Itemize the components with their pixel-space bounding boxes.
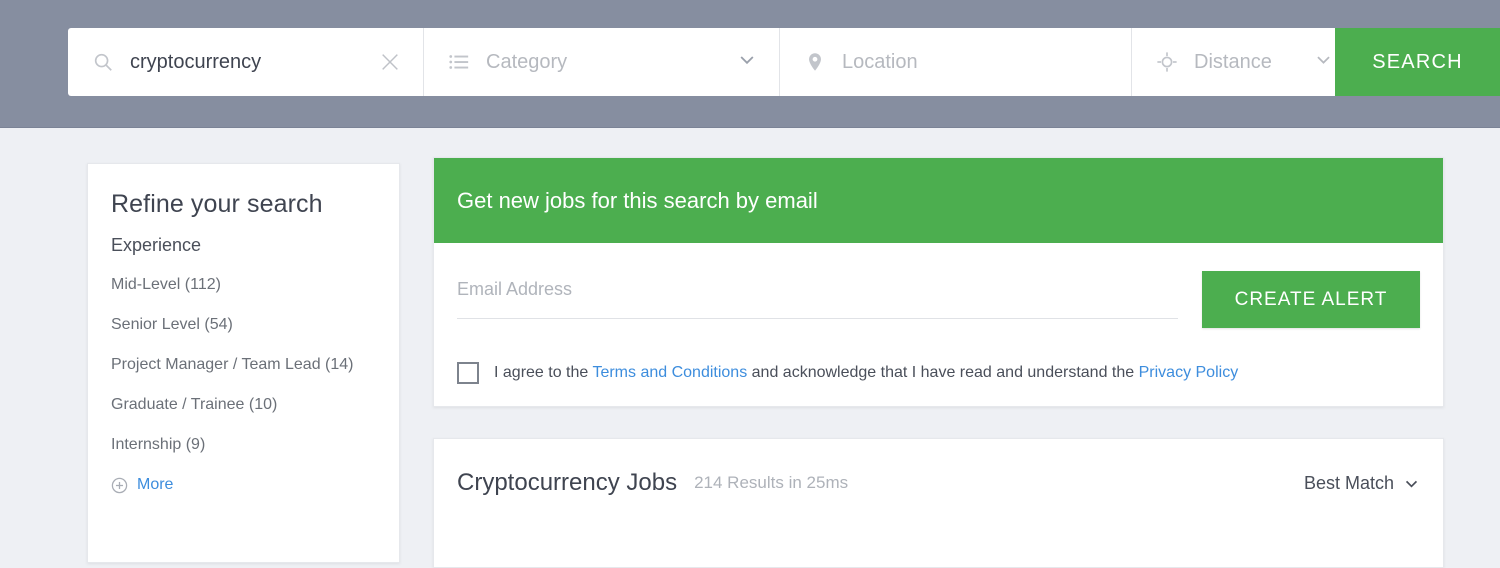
distance-placeholder: Distance (1194, 50, 1272, 73)
map-pin-icon (802, 49, 828, 75)
list-icon (446, 49, 472, 75)
show-more-label: More (137, 476, 174, 493)
category-select-field[interactable]: Category (424, 28, 780, 96)
sidebar-section-experience: Experience (111, 235, 202, 255)
category-placeholder: Category (486, 50, 568, 73)
chevron-down-icon[interactable] (737, 50, 757, 75)
refine-search-sidebar: Refine your search Experience Mid-Level … (87, 163, 400, 563)
location-search-field[interactable] (780, 28, 1132, 96)
sort-dropdown[interactable]: Best Match (1304, 473, 1420, 494)
consent-middle: and acknowledge that I have read and und… (747, 364, 1139, 381)
facet-mid-level[interactable]: Mid-Level (112) (111, 276, 399, 294)
email-alert-heading: Get new jobs for this search by email (434, 158, 1443, 243)
results-header: Cryptocurrency Jobs 214 Results in 25ms … (434, 439, 1443, 497)
sort-label: Best Match (1303, 472, 1394, 493)
chevron-down-icon (1403, 475, 1420, 492)
facet-internship[interactable]: Internship (9) (111, 436, 399, 454)
results-count-meta: 214 Results in 25ms (694, 473, 849, 492)
sidebar-title: Refine your search (111, 190, 323, 218)
facet-senior-level[interactable]: Senior Level (54) (111, 316, 399, 334)
plus-circle-icon (111, 477, 128, 494)
crosshair-icon (1154, 49, 1180, 75)
terms-and-conditions-link[interactable]: Terms and Conditions (592, 364, 747, 381)
email-address-input[interactable] (457, 279, 1178, 319)
results-title: Cryptocurrency Jobs (457, 469, 678, 496)
search-bar: Category (68, 28, 1500, 96)
search-header-bar: Category (0, 0, 1500, 128)
main-column: Get new jobs for this search by email CR… (433, 157, 1444, 568)
location-input[interactable] (842, 50, 1131, 74)
consent-prefix: I agree to the (494, 364, 593, 381)
search-submit-button[interactable]: SEARCH (1335, 28, 1500, 96)
clear-search-icon[interactable] (379, 51, 401, 73)
distance-select-field[interactable]: Distance (1132, 28, 1335, 96)
results-card: Cryptocurrency Jobs 214 Results in 25ms … (433, 438, 1444, 568)
privacy-policy-link[interactable]: Privacy Policy (1139, 364, 1239, 381)
search-icon (90, 49, 116, 75)
consent-row: I agree to the Terms and Conditions and … (457, 362, 1420, 384)
chevron-down-icon[interactable] (1314, 50, 1333, 74)
facet-graduate-trainee[interactable]: Graduate / Trainee (10) (111, 396, 399, 414)
create-alert-button[interactable]: CREATE ALERT (1202, 271, 1420, 328)
keyword-search-field[interactable] (68, 28, 424, 96)
facet-project-manager[interactable]: Project Manager / Team Lead (14) (111, 356, 399, 374)
email-alert-body: CREATE ALERT I agree to the Terms and Co… (434, 243, 1443, 406)
consent-text: I agree to the Terms and Conditions and … (494, 364, 1238, 382)
show-more-facets-button[interactable]: More (111, 476, 399, 494)
email-alert-card: Get new jobs for this search by email CR… (433, 157, 1444, 407)
consent-checkbox[interactable] (457, 362, 479, 384)
